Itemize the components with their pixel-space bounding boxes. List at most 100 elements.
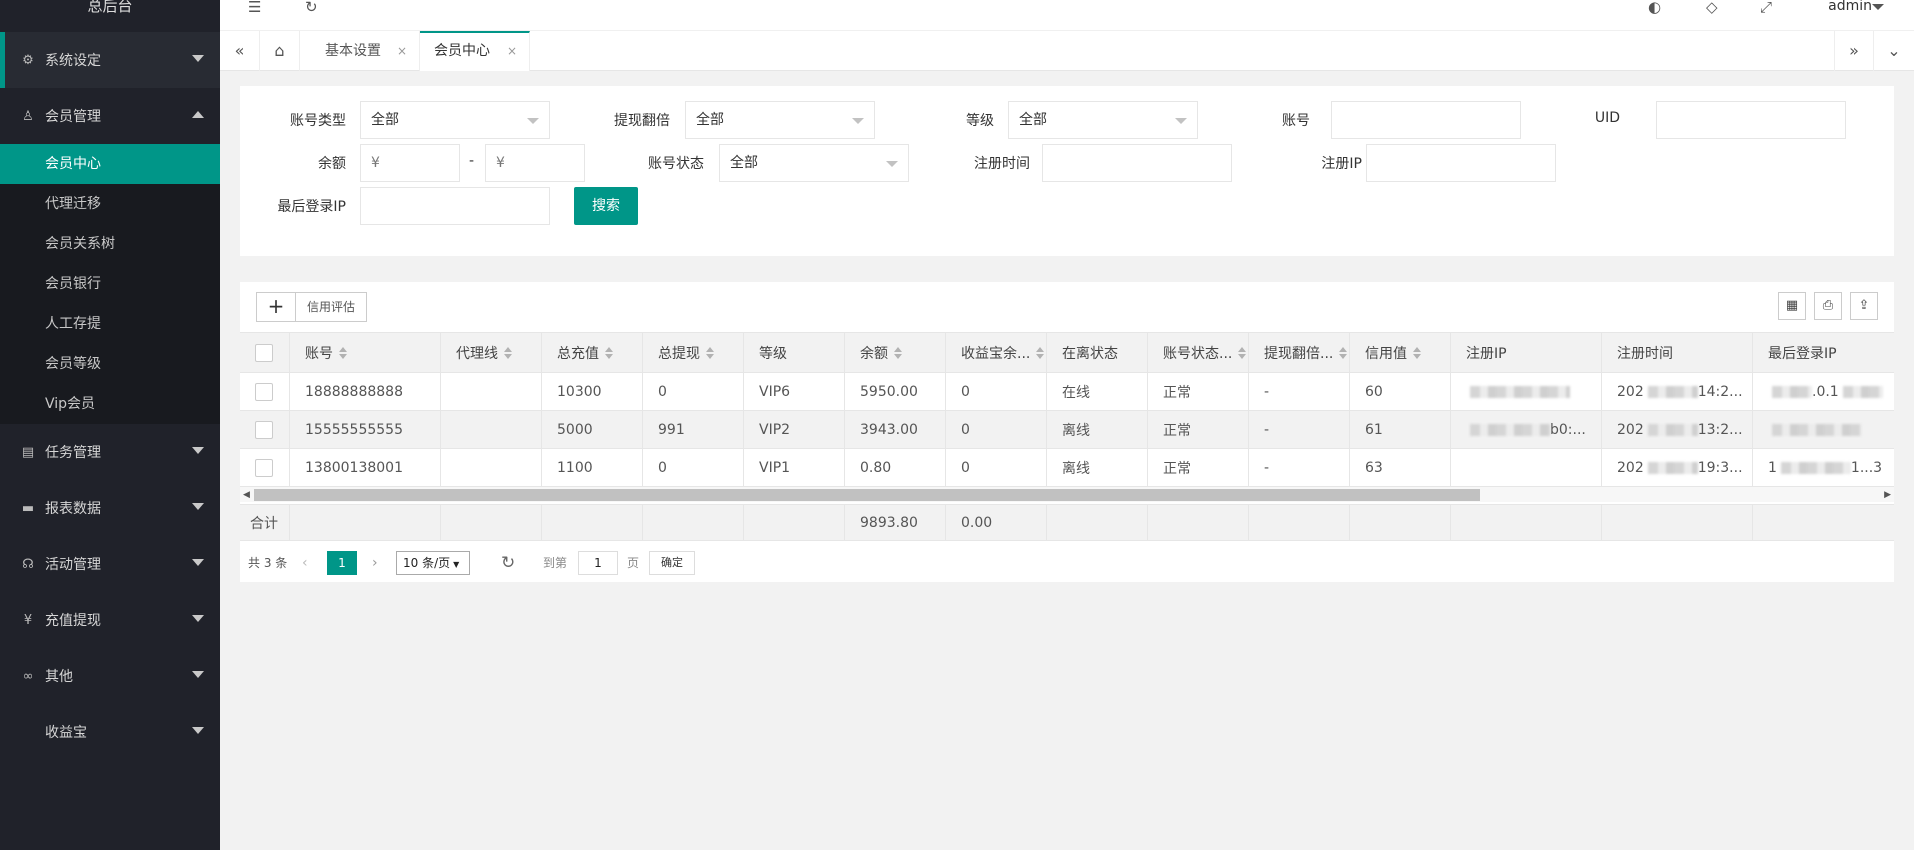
- sort-icon[interactable]: [706, 346, 714, 359]
- close-icon[interactable]: ×: [507, 33, 517, 69]
- col-title: 提现翻倍...: [1264, 345, 1334, 362]
- cell-agent-line: [441, 373, 542, 410]
- cell-total-recharge: 10300: [542, 373, 643, 410]
- goto-confirm-button[interactable]: 确定: [649, 551, 695, 575]
- columns-filter-button[interactable]: ▦: [1778, 292, 1806, 320]
- export-button[interactable]: ⇪: [1850, 292, 1878, 320]
- checkbox[interactable]: [255, 382, 273, 401]
- goto-page-input[interactable]: 1: [578, 551, 618, 575]
- sidebar-item-vip-member[interactable]: Vip会员: [0, 384, 220, 424]
- credit-evaluation-button[interactable]: 信用评估: [295, 292, 367, 322]
- tab-member-center[interactable]: 会员中心 ×: [420, 31, 530, 71]
- tabs-scroll-right-button[interactable]: »: [1834, 31, 1874, 71]
- uid-input[interactable]: [1656, 101, 1846, 139]
- sidebar-item-member-bank[interactable]: 会员银行: [0, 264, 220, 304]
- sort-icon[interactable]: [504, 346, 512, 359]
- refresh-icon[interactable]: ↻: [501, 551, 515, 575]
- col-header-total-withdraw[interactable]: 总提现: [643, 333, 744, 372]
- sidebar-group-task-management[interactable]: ▤ 任务管理: [0, 424, 220, 480]
- col-header-account-status[interactable]: 账号状态...: [1148, 333, 1249, 372]
- prev-page-icon[interactable]: ‹: [302, 551, 308, 575]
- row-checkbox-cell[interactable]: [240, 411, 290, 448]
- sort-icon[interactable]: [339, 346, 347, 359]
- select-all-checkbox-cell[interactable]: [240, 333, 290, 372]
- print-button[interactable]: ⎙: [1814, 292, 1842, 320]
- scrollbar-thumb[interactable]: [254, 489, 1480, 501]
- tab-basic-settings[interactable]: 基本设置 ×: [300, 31, 420, 71]
- register-time-input[interactable]: [1042, 144, 1232, 182]
- col-header-withdraw-multiple[interactable]: 提现翻倍...: [1249, 333, 1350, 372]
- register-ip-input[interactable]: [1366, 144, 1556, 182]
- sidebar-group-activities[interactable]: ☊ 活动管理: [0, 536, 220, 592]
- balance-max-input[interactable]: ¥: [485, 144, 585, 182]
- sort-icon[interactable]: [894, 346, 902, 359]
- sidebar-group-label: 会员管理: [45, 109, 101, 125]
- redacted-blur: [1647, 461, 1698, 474]
- scroll-right-arrow-icon[interactable]: ▶: [1884, 487, 1891, 503]
- last-login-ip-input[interactable]: [360, 187, 550, 225]
- sidebar-item-agent-migration[interactable]: 代理迁移: [0, 184, 220, 224]
- col-header-yield-balance[interactable]: 收益宝余...: [946, 333, 1047, 372]
- page-size-select[interactable]: 10 条/页 ▼: [396, 551, 470, 575]
- sort-icon[interactable]: [1339, 346, 1348, 359]
- col-header-account[interactable]: 账号: [290, 333, 441, 372]
- account-input[interactable]: [1331, 101, 1521, 139]
- table-row[interactable]: 13800138001 1100 0 VIP1 0.80 0 离线 正常 - 6…: [240, 448, 1894, 486]
- fullscreen-icon[interactable]: ⤢: [1760, 0, 1772, 15]
- tabs-scroll-left-button[interactable]: «: [220, 31, 260, 71]
- sidebar-group-yield-treasure[interactable]: 收益宝: [0, 704, 220, 760]
- sidebar-group-other[interactable]: ∞ 其他: [0, 648, 220, 704]
- home-tab[interactable]: ⌂: [260, 31, 300, 71]
- account-status-select[interactable]: 全部: [719, 144, 909, 182]
- sidebar-group-recharge-withdraw[interactable]: ¥ 充值提现: [0, 592, 220, 648]
- top-header: ☰ ↻ ◐ ◇ ⤢ admin: [220, 0, 1914, 30]
- tabs-dropdown-button[interactable]: ⌄: [1874, 31, 1914, 71]
- sidebar-item-member-tree[interactable]: 会员关系树: [0, 224, 220, 264]
- refresh-icon[interactable]: ↻: [305, 0, 318, 15]
- redacted-blur: [1842, 385, 1883, 398]
- cell-last-login-ip: 1 1...3: [1753, 449, 1894, 486]
- sort-icon[interactable]: [605, 346, 613, 359]
- user-menu[interactable]: admin: [1828, 0, 1872, 14]
- row-checkbox-cell[interactable]: [240, 449, 290, 486]
- checkbox[interactable]: [255, 458, 273, 477]
- withdraw-multiple-select[interactable]: 全部: [685, 101, 875, 139]
- table-row[interactable]: 15555555555 5000 991 VIP2 3943.00 0 离线 正…: [240, 410, 1894, 448]
- account-type-select[interactable]: 全部: [360, 101, 550, 139]
- search-button[interactable]: 搜索: [574, 187, 638, 225]
- checkbox[interactable]: [255, 343, 273, 362]
- sidebar-group-system-settings[interactable]: ⚙ 系统设定: [0, 32, 220, 88]
- sidebar-group-reports[interactable]: ▬ 报表数据: [0, 480, 220, 536]
- redacted-blur: [1772, 423, 1862, 436]
- chevron-down-icon: [192, 615, 204, 622]
- col-header-balance[interactable]: 余额: [845, 333, 946, 372]
- table-row[interactable]: 18888888888 10300 0 VIP6 5950.00 0 在线 正常…: [240, 372, 1894, 410]
- cell-register-ip: [1451, 373, 1602, 410]
- checkbox[interactable]: [255, 420, 273, 439]
- level-label: 等级: [966, 113, 994, 129]
- chevron-down-icon[interactable]: [1872, 4, 1884, 10]
- add-member-button[interactable]: +: [256, 292, 296, 322]
- table-horizontal-scrollbar[interactable]: ◀ ▶: [240, 486, 1894, 502]
- scroll-left-arrow-icon[interactable]: ◀: [243, 487, 250, 503]
- tag-icon[interactable]: ◇: [1706, 0, 1718, 15]
- sort-icon[interactable]: [1413, 346, 1421, 359]
- sidebar-group-member-management[interactable]: ♙ 会员管理: [0, 88, 220, 144]
- page-1-button[interactable]: 1: [327, 551, 357, 575]
- row-checkbox-cell[interactable]: [240, 373, 290, 410]
- menu-fold-icon[interactable]: ☰: [248, 0, 261, 15]
- cell-total-recharge: 1100: [542, 449, 643, 486]
- sort-icon[interactable]: [1238, 346, 1247, 359]
- sidebar-item-manual-deposit[interactable]: 人工存提: [0, 304, 220, 344]
- col-header-agent-line[interactable]: 代理线: [441, 333, 542, 372]
- sort-icon[interactable]: [1036, 346, 1045, 359]
- sidebar-item-member-center[interactable]: 会员中心: [0, 144, 220, 184]
- sidebar-item-member-level[interactable]: 会员等级: [0, 344, 220, 384]
- balance-min-input[interactable]: ¥: [360, 144, 460, 182]
- level-select[interactable]: 全部: [1008, 101, 1198, 139]
- next-page-icon[interactable]: ›: [372, 551, 378, 575]
- col-header-credit[interactable]: 信用值: [1350, 333, 1451, 372]
- close-icon[interactable]: ×: [397, 31, 407, 71]
- col-header-total-recharge[interactable]: 总充值: [542, 333, 643, 372]
- theme-icon[interactable]: ◐: [1648, 0, 1661, 15]
